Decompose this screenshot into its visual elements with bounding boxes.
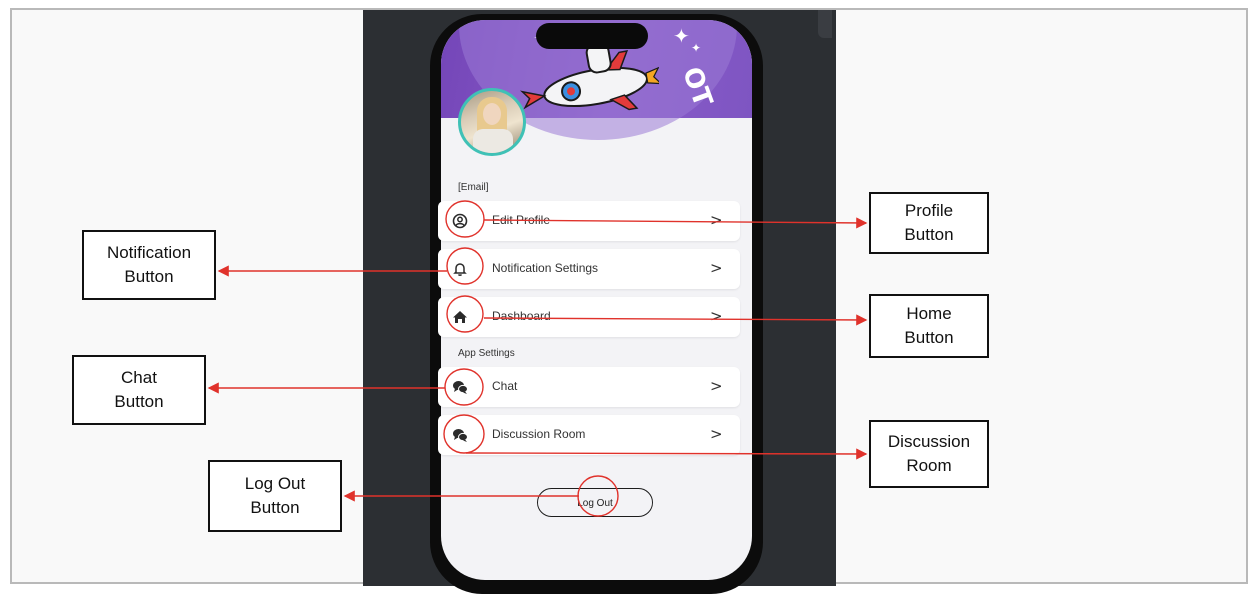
- notification-settings-label: Notification Settings: [492, 261, 599, 275]
- chevron-right-icon: >: [710, 425, 723, 443]
- callout-text: Notification: [106, 243, 192, 262]
- dashboard-label: Dashboard: [492, 309, 551, 323]
- chat-bubbles-icon: [453, 381, 468, 394]
- callout-discussion-room: Discussion Room: [869, 420, 989, 488]
- callout-text: Button: [250, 498, 300, 517]
- callout-home-button: Home Button: [869, 294, 989, 358]
- callout-text: Room: [906, 456, 952, 475]
- callout-text: Discussion: [887, 432, 971, 451]
- discussion-room-button[interactable]: Discussion Room >: [438, 415, 740, 455]
- edit-profile-button[interactable]: Edit Profile >: [438, 201, 740, 241]
- callout-logout-button: Log Out Button: [208, 460, 342, 532]
- edit-profile-label: Edit Profile: [492, 213, 551, 227]
- dashboard-button[interactable]: Dashboard >: [438, 297, 740, 337]
- chevron-right-icon: >: [710, 307, 723, 325]
- sparkle-icon: ✦: [691, 41, 702, 55]
- discussion-room-label: Discussion Room: [492, 427, 586, 441]
- user-circle-icon: [452, 213, 468, 229]
- callout-text: Log Out: [244, 474, 306, 493]
- chevron-right-icon: >: [710, 259, 723, 277]
- callout-text: Button: [904, 328, 954, 347]
- chat-button[interactable]: Chat >: [438, 367, 740, 407]
- callout-notification-button: Notification Button: [82, 230, 216, 300]
- bell-icon: [453, 263, 467, 276]
- sparkle-icon: ✦: [673, 24, 690, 48]
- avatar[interactable]: [458, 88, 526, 156]
- logout-button[interactable]: Log Out: [537, 488, 653, 517]
- callout-text: Chat: [121, 368, 157, 387]
- callout-text: Button: [904, 225, 954, 244]
- chevron-right-icon: >: [710, 377, 723, 395]
- app-settings-label: App Settings: [458, 348, 515, 359]
- avatar-face: [483, 103, 501, 125]
- chat-label: Chat: [492, 379, 518, 393]
- phone-notch: [536, 23, 648, 49]
- callout-text: Home: [906, 304, 952, 323]
- callout-chat-button: Chat Button: [72, 355, 206, 425]
- notification-settings-button[interactable]: Notification Settings >: [438, 249, 740, 289]
- chat-bubbles-icon: [453, 429, 468, 442]
- callout-text: Button: [124, 267, 174, 286]
- callout-profile-button: Profile Button: [869, 192, 989, 254]
- email-label: [Email]: [458, 182, 489, 193]
- callout-text: Button: [114, 392, 164, 411]
- chevron-right-icon: >: [710, 211, 723, 229]
- callout-text: Profile: [904, 201, 954, 220]
- window-tab: [818, 10, 832, 38]
- avatar-body: [473, 129, 513, 153]
- home-icon: [453, 311, 467, 323]
